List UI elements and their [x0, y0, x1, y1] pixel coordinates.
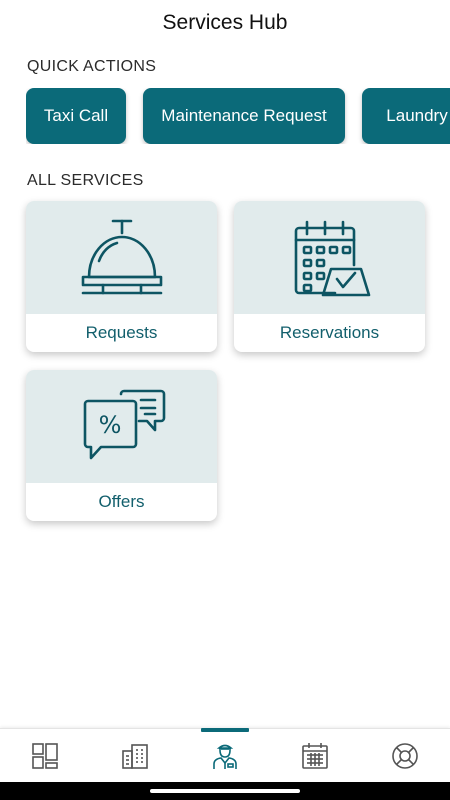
- nav-support[interactable]: [360, 729, 450, 783]
- calendar-booking-icon: [234, 201, 425, 314]
- bottom-navigation: [0, 728, 450, 782]
- svg-text:%: %: [98, 411, 121, 439]
- lifebuoy-icon: [392, 743, 418, 769]
- concierge-icon: [213, 744, 237, 769]
- quick-actions-heading: QUICK ACTIONS: [27, 58, 157, 75]
- system-navigation-bar: [0, 782, 450, 800]
- nav-calendar[interactable]: [270, 729, 360, 783]
- service-card-requests[interactable]: Requests: [26, 201, 217, 352]
- nav-dashboard[interactable]: [0, 729, 90, 783]
- service-bell-icon: [26, 201, 217, 314]
- nav-concierge[interactable]: [180, 728, 270, 783]
- laundry-button[interactable]: Laundry: [362, 88, 450, 144]
- service-card-label: Requests: [85, 323, 158, 342]
- taxi-call-button[interactable]: Taxi Call: [26, 88, 126, 144]
- service-card-label: Offers: [98, 492, 145, 511]
- calendar-icon: [302, 743, 328, 769]
- service-card-label: Reservations: [279, 323, 380, 342]
- dashboard-icon: [32, 743, 58, 769]
- maintenance-request-button[interactable]: Maintenance Request: [143, 88, 345, 144]
- nav-buildings[interactable]: [90, 729, 180, 783]
- quick-actions-row[interactable]: Taxi Call Maintenance Request Laundry: [26, 88, 450, 144]
- service-card-reservations[interactable]: Reservations: [234, 201, 425, 352]
- all-services-heading: ALL SERVICES: [27, 172, 144, 189]
- discount-chat-icon: %: [26, 370, 217, 483]
- app-header: Services Hub: [0, 0, 450, 46]
- page-title: Services Hub: [162, 11, 288, 34]
- building-icon: [122, 744, 148, 769]
- service-card-offers[interactable]: % Offers: [26, 370, 217, 521]
- home-gesture-handle[interactable]: [150, 789, 300, 793]
